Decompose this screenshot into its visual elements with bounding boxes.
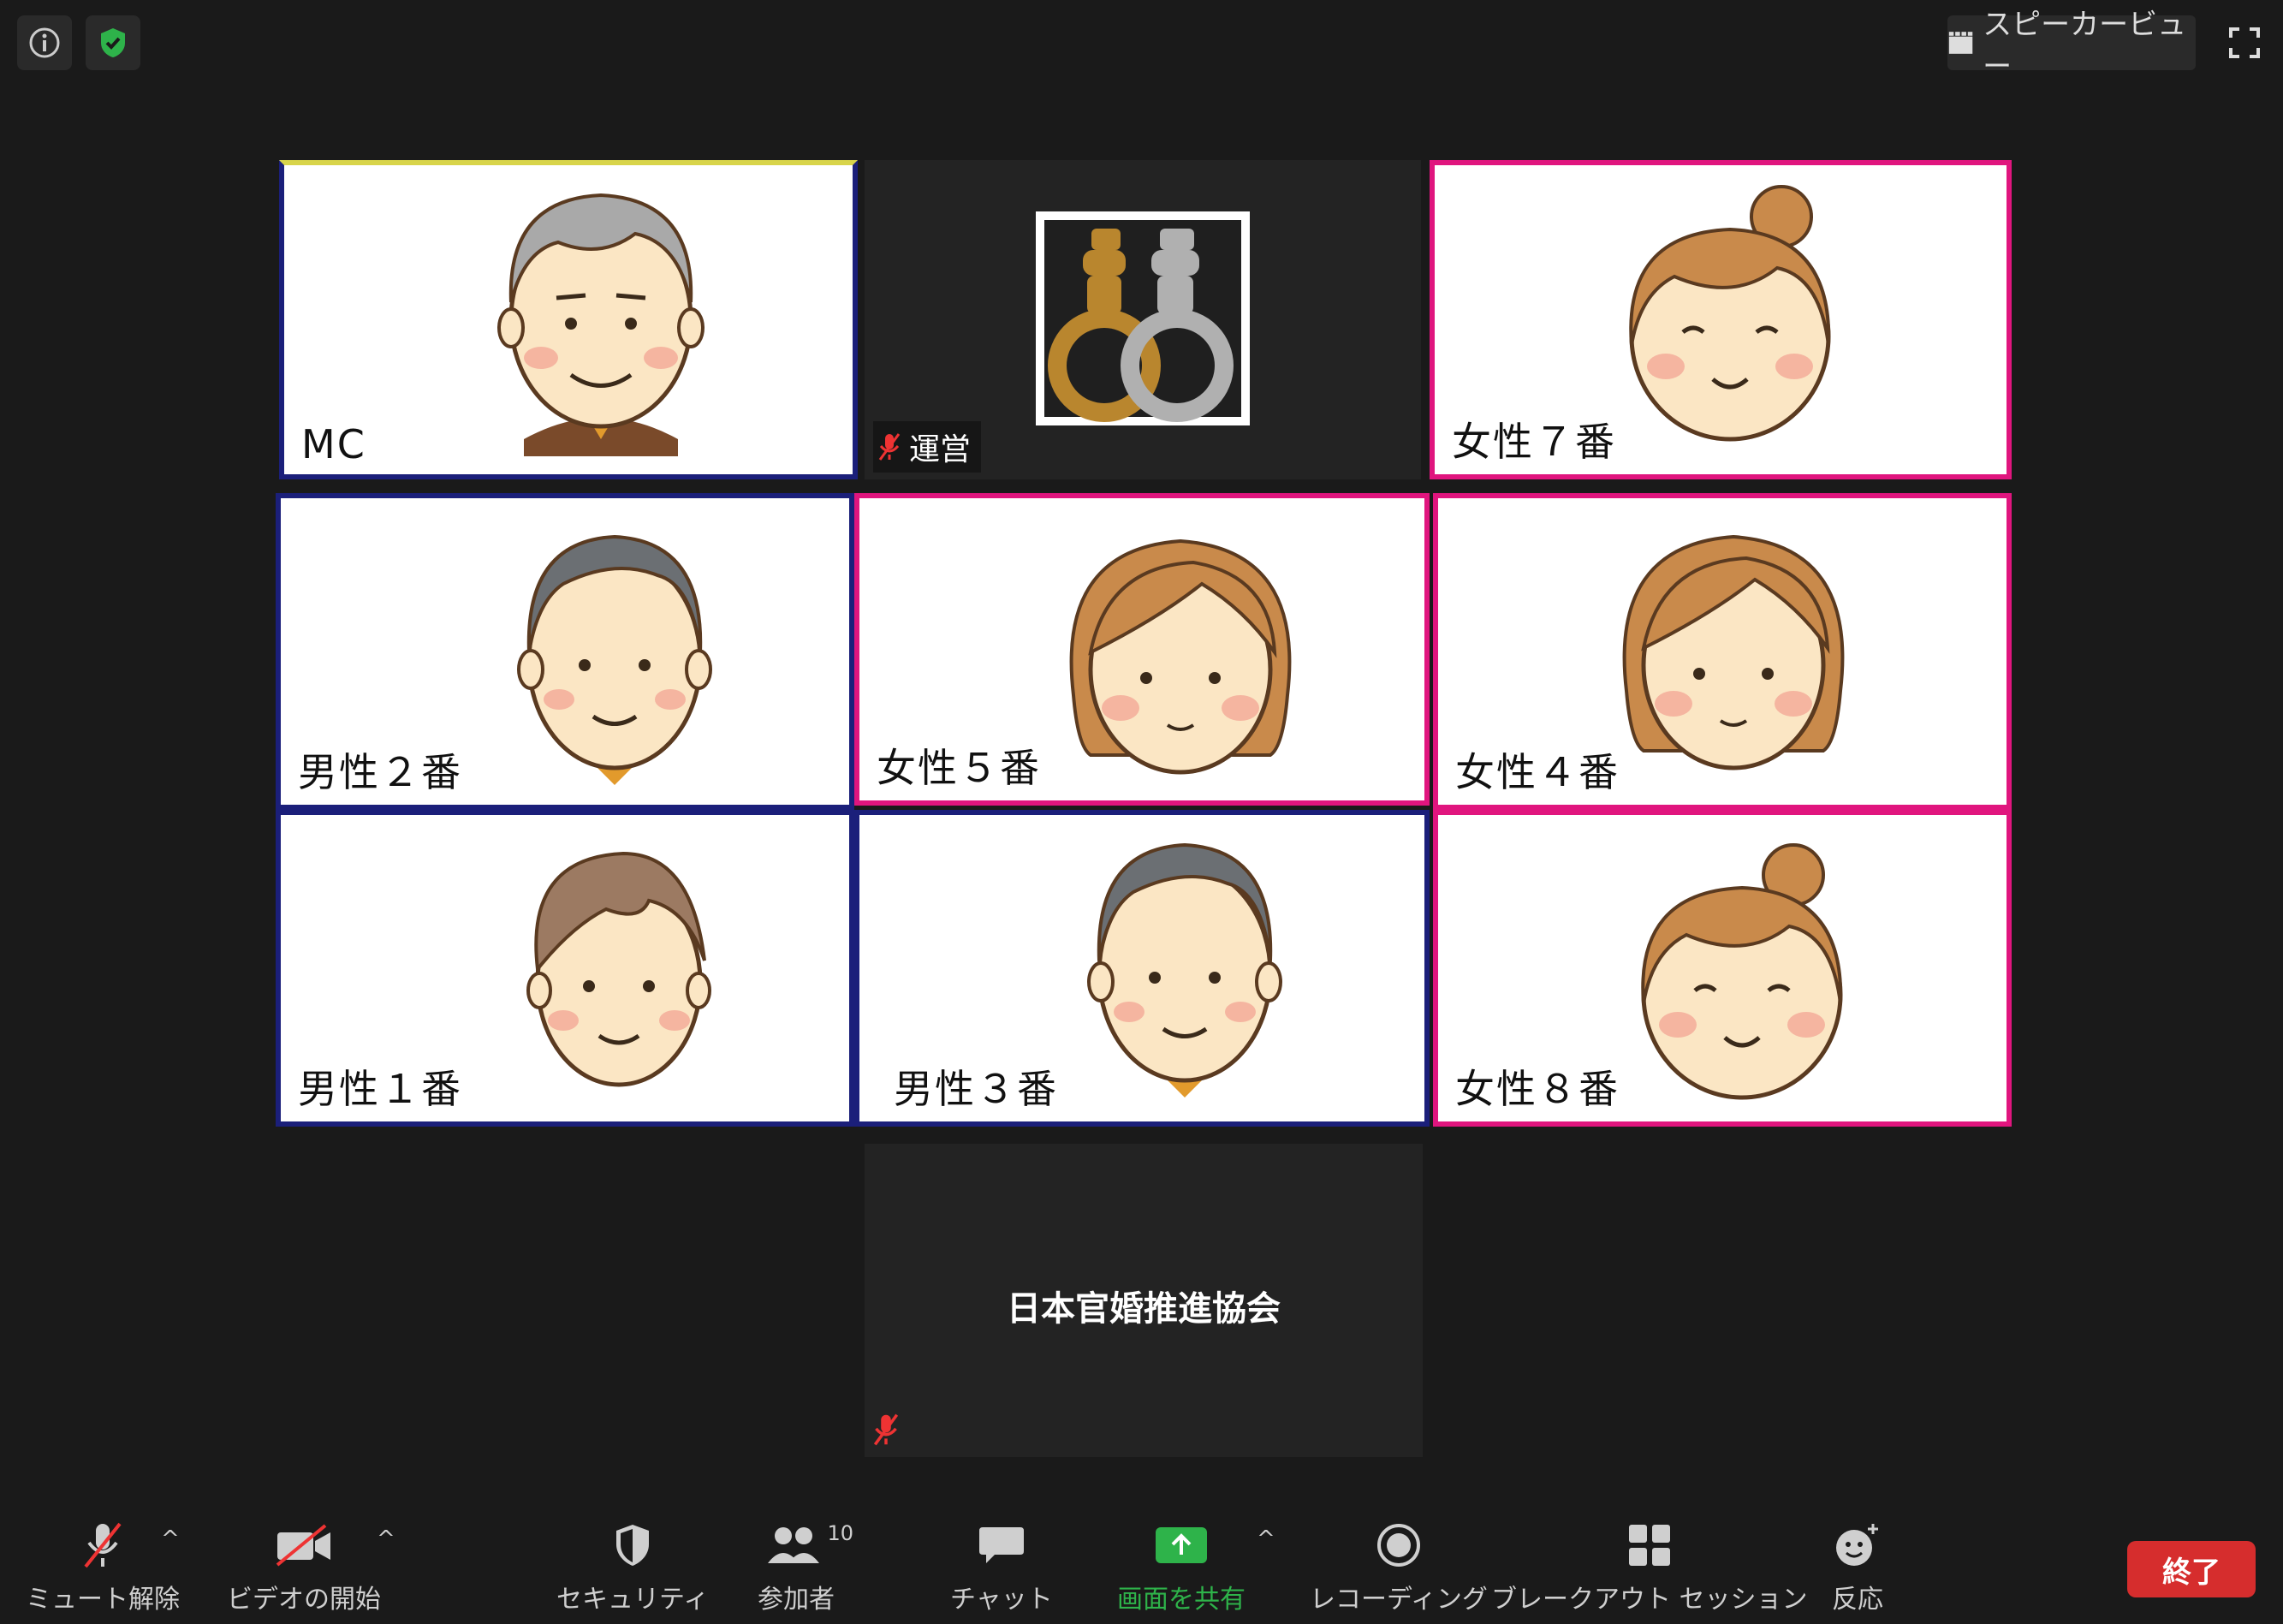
- end-meeting-label: 終了: [2162, 1555, 2221, 1590]
- video-options-caret[interactable]: ^: [377, 1526, 395, 1552]
- video-tile-association[interactable]: 日本官婚推進協会: [865, 1144, 1423, 1457]
- breakout-grid-icon: [1628, 1525, 1670, 1566]
- share-screen-button[interactable]: 画面を共有: [1117, 1520, 1246, 1615]
- start-video-label: ビデオの開始: [227, 1585, 381, 1615]
- video-tile-female-4[interactable]: 女性４番: [1433, 493, 2012, 810]
- breakout-rooms-label: ブレークアウト セッション: [1491, 1585, 1808, 1615]
- organizer-logo-icon: [1036, 211, 1250, 425]
- share-screen-label: 画面を共有: [1117, 1585, 1246, 1615]
- start-video-button[interactable]: ビデオの開始: [227, 1520, 381, 1615]
- security-label: セキュリティ: [556, 1585, 710, 1615]
- chat-button[interactable]: チャット: [950, 1520, 1053, 1615]
- muted-mic-icon: [84, 1522, 122, 1568]
- participants-count: 10: [827, 1521, 853, 1545]
- breakout-rooms-button[interactable]: ブレークアウト セッション: [1491, 1520, 1808, 1615]
- woman-bun-avatar-icon: [1629, 185, 1831, 442]
- video-tile-female-8[interactable]: 女性８番: [1433, 810, 2012, 1127]
- elderly-man-avatar-icon: [497, 193, 705, 456]
- muted-mic-icon: [873, 1413, 899, 1446]
- video-tile-female-7[interactable]: 女性７番: [1430, 160, 2012, 479]
- woman-avatar-icon: [1069, 538, 1292, 775]
- participant-name-bar: 運営: [873, 421, 982, 473]
- participant-name: 日本官婚推進協会: [1007, 1289, 1281, 1329]
- record-icon: [1376, 1524, 1420, 1567]
- participants-label: 参加者: [758, 1585, 835, 1615]
- participant-name: 女性４番: [1455, 749, 1620, 795]
- participant-name: 女性７番: [1452, 419, 1616, 465]
- video-tile-male-2[interactable]: 男性２番: [276, 493, 854, 810]
- encryption-button[interactable]: [86, 15, 140, 70]
- reactions-label: 反応: [1832, 1585, 1883, 1615]
- share-screen-icon: [1156, 1527, 1207, 1563]
- audio-options-caret[interactable]: ^: [161, 1526, 180, 1552]
- reaction-emoji-icon: [1836, 1524, 1878, 1566]
- end-meeting-button[interactable]: 終了: [2127, 1541, 2256, 1597]
- woman-avatar-icon: [1622, 534, 1845, 770]
- reactions-button[interactable]: 反応: [1832, 1520, 1883, 1615]
- video-tile-female-5[interactable]: 女性５番: [854, 493, 1430, 806]
- video-tile-male-3[interactable]: 男性３番: [854, 810, 1430, 1127]
- fullscreen-icon: [2229, 27, 2260, 58]
- man-avatar-icon: [526, 851, 711, 1087]
- record-label: レコーディング: [1310, 1585, 1488, 1615]
- share-options-caret[interactable]: ^: [1257, 1526, 1275, 1552]
- man-avatar-icon: [1087, 842, 1282, 1098]
- participant-name: 運営: [909, 432, 972, 467]
- security-shield-icon: [616, 1525, 650, 1566]
- info-icon: [29, 27, 60, 58]
- shield-check-icon: [101, 28, 125, 57]
- participant-name: 女性５番: [877, 745, 1041, 791]
- info-button[interactable]: [17, 15, 72, 70]
- participant-name: 女性８番: [1455, 1066, 1620, 1112]
- video-tile-male-1[interactable]: 男性１番: [276, 810, 854, 1127]
- speaker-view-button[interactable]: スピーカービュー: [1947, 8, 2196, 84]
- speaker-view-label: スピーカービュー: [1983, 8, 2187, 84]
- participant-name: 男性２番: [298, 749, 462, 795]
- meeting-toolbar: ミュート解除 ^ ビデオの開始 ^ セキュリティ 10 参加者 チャット 画面を…: [0, 1502, 2283, 1624]
- chat-bubble-icon: [978, 1527, 1024, 1563]
- video-tile-mc[interactable]: MC: [279, 160, 858, 479]
- participants-button[interactable]: 10 参加者: [758, 1520, 853, 1615]
- participant-name: 男性３番: [894, 1066, 1058, 1112]
- fullscreen-button[interactable]: [2217, 15, 2272, 70]
- record-button[interactable]: レコーディング: [1310, 1520, 1488, 1615]
- unmute-button[interactable]: ミュート解除: [26, 1520, 180, 1615]
- woman-bun-avatar-icon: [1641, 843, 1843, 1100]
- participant-name: 男性１番: [298, 1066, 462, 1112]
- video-off-icon: [276, 1524, 330, 1567]
- man-avatar-icon: [517, 534, 712, 785]
- participant-name: MC: [301, 421, 366, 467]
- video-tile-unei[interactable]: 運営: [865, 160, 1421, 479]
- security-button[interactable]: セキュリティ: [556, 1520, 709, 1615]
- muted-mic-icon: [878, 433, 901, 461]
- chat-label: チャット: [950, 1585, 1053, 1615]
- participants-icon: [768, 1527, 819, 1563]
- mute-indicator: [873, 1413, 899, 1450]
- unmute-label: ミュート解除: [26, 1585, 180, 1615]
- speaker-view-icon: [1948, 32, 1973, 54]
